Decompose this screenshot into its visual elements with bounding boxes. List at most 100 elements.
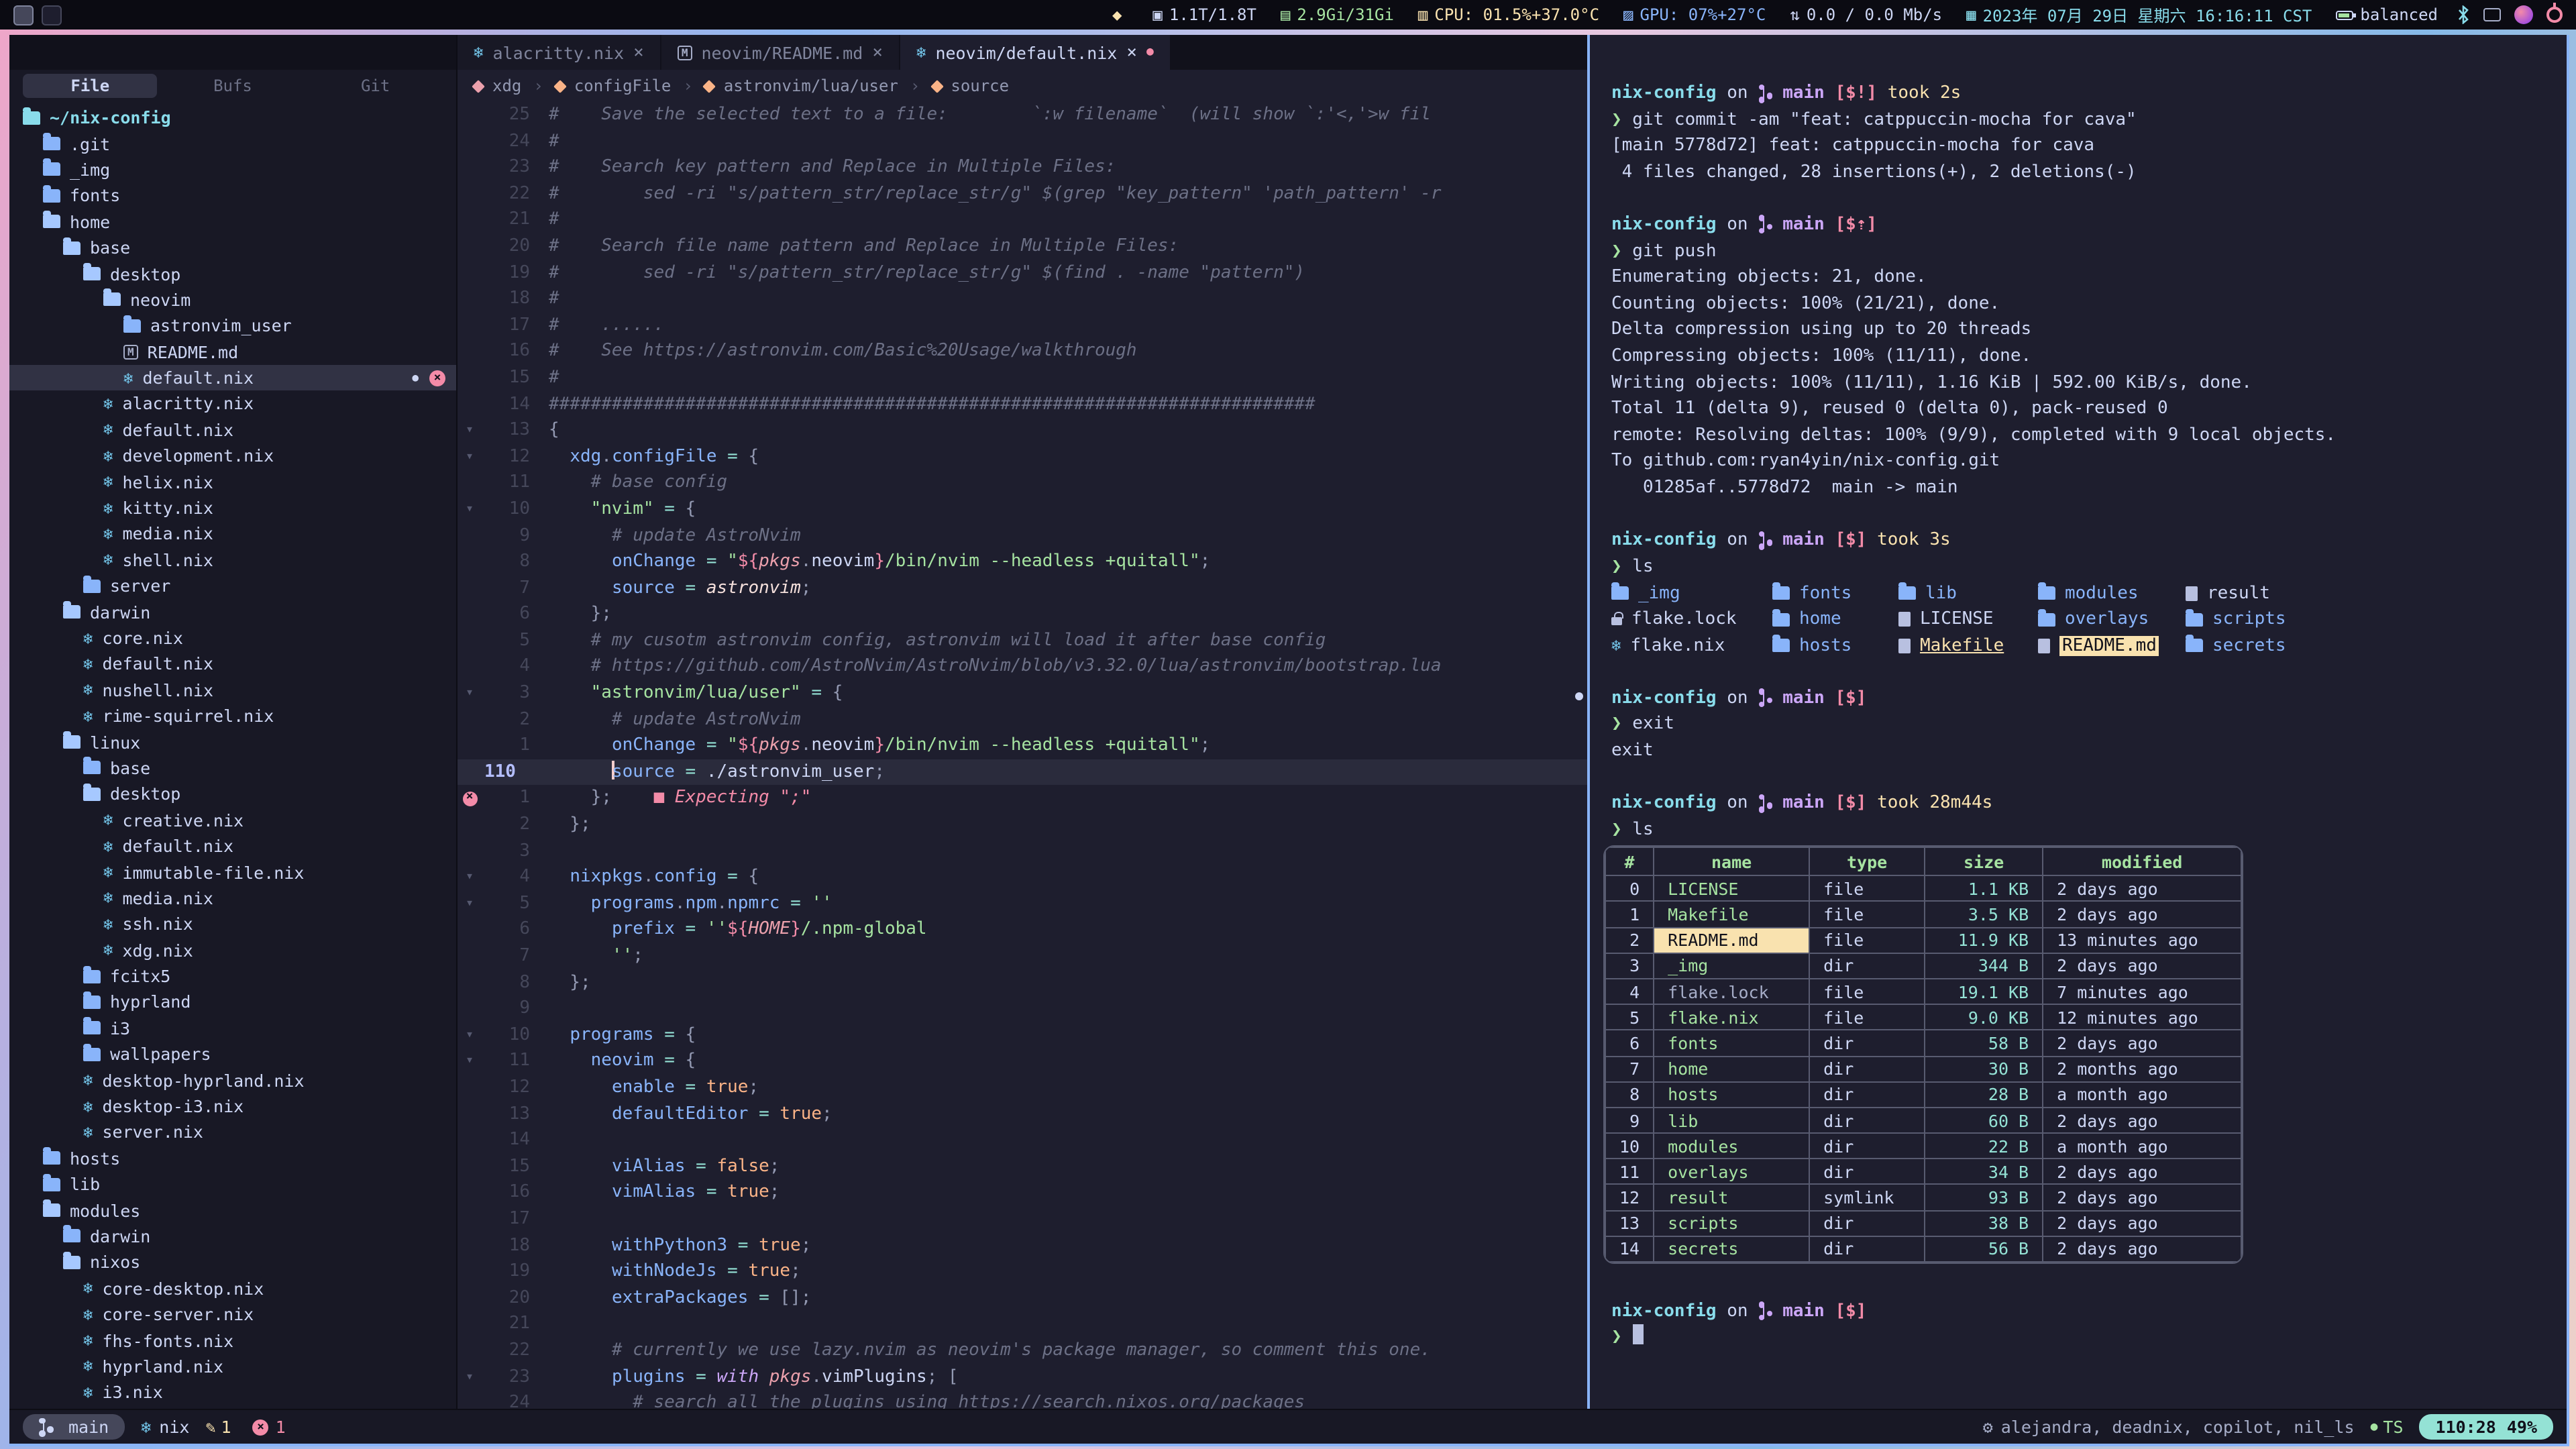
tree-row[interactable]: _img (9, 157, 456, 183)
tree-row[interactable]: ❄media.nix (9, 885, 456, 911)
breadcrumb-item[interactable]: astronvim/lua/user (705, 76, 898, 95)
code-line[interactable]: ▾3 "astronvim/lua/user" = { (458, 680, 1587, 706)
code-line[interactable]: ▾10 programs = { (458, 1022, 1587, 1049)
tree-row[interactable]: darwin (9, 599, 456, 625)
tree-row[interactable]: hyprland (9, 989, 456, 1016)
tree-row[interactable]: ❄xdg.nix (9, 937, 456, 963)
tree-row[interactable]: astronvim_user (9, 313, 456, 339)
power-icon[interactable] (2546, 7, 2563, 23)
tree-row[interactable]: ❄core.nix (9, 625, 456, 651)
workspace-button[interactable] (42, 5, 62, 25)
fold-column[interactable]: ▾ (458, 1022, 482, 1049)
code-line[interactable]: ▾23 plugins = with pkgs.vimPlugins; [ (458, 1364, 1587, 1390)
tree-row[interactable]: ❄ssh.nix (9, 911, 456, 937)
breadcrumb-item[interactable]: source (932, 76, 1009, 95)
tree-row[interactable]: home (9, 209, 456, 235)
code-line[interactable]: 19# sed -ri "s/pattern_str/replace_str/g… (458, 260, 1587, 286)
code-line[interactable]: 2 }; (458, 812, 1587, 838)
fold-column[interactable]: ▾ (458, 496, 482, 523)
code-line[interactable]: 15# (458, 365, 1587, 391)
tree-row[interactable]: ❄desktop-i3.nix (9, 1093, 456, 1120)
topbar-stat[interactable]: ▤2.9Gi/31Gi (1281, 5, 1394, 24)
fold-column[interactable]: ▾ (458, 1364, 482, 1390)
tree-row[interactable]: ❄fhs-fonts.nix (9, 1328, 456, 1354)
topbar-stat[interactable]: ▥CPU: 01.5%+37.0°C (1418, 5, 1599, 24)
code-line[interactable]: 20# Search file name pattern and Replace… (458, 233, 1587, 260)
topbar-stat[interactable]: ◆ (1112, 7, 1128, 23)
breadcrumb-item[interactable]: configFile (555, 76, 672, 95)
code-line[interactable]: 17 (458, 1206, 1587, 1232)
tree-row[interactable]: ❄nushell.nix (9, 677, 456, 703)
code-line[interactable]: 4 # https://github.com/AstroNvim/AstroNv… (458, 654, 1587, 680)
tree-row[interactable]: desktop (9, 261, 456, 287)
breadcrumb-item[interactable]: xdg (474, 76, 521, 95)
code-line[interactable]: 21# (458, 207, 1587, 233)
code-line[interactable]: 2 # update AstroNvim (458, 706, 1587, 733)
code-line[interactable]: 13 defaultEditor = true; (458, 1101, 1587, 1127)
code-line[interactable]: 24# (458, 128, 1587, 154)
avatar[interactable] (2514, 5, 2533, 24)
tree-row[interactable]: nixos (9, 1249, 456, 1275)
fold-column[interactable]: ▾ (458, 443, 482, 470)
tree-row[interactable]: MREADME.md (9, 339, 456, 365)
code-line[interactable]: 18# (458, 286, 1587, 312)
code-line[interactable]: 12 enable = true; (458, 1075, 1587, 1101)
fold-column[interactable]: ▾ (458, 864, 482, 890)
code-line[interactable]: 6 }; (458, 602, 1587, 628)
tree-row[interactable]: fonts (9, 182, 456, 209)
tree-row[interactable]: i3 (9, 1015, 456, 1041)
workspace-button[interactable] (13, 5, 34, 25)
close-icon[interactable]: × (633, 42, 644, 62)
tree-row[interactable]: ❄helix.nix (9, 469, 456, 495)
close-icon[interactable]: × (872, 42, 883, 62)
code-line[interactable]: 1 onChange = "${pkgs.neovim}/bin/nvim --… (458, 733, 1587, 759)
code-line[interactable]: ▾12 xdg.configFile = { (458, 443, 1587, 470)
topbar-stat[interactable]: ▦2023年 07月 29日 星期六 16:16:11 CST (1966, 3, 2312, 26)
tree-row[interactable]: neovim (9, 286, 456, 313)
topbar-stat[interactable]: ▣1.1T/1.8T (1152, 5, 1256, 24)
code-line[interactable]: ▾11 neovim = { (458, 1049, 1587, 1075)
code-line[interactable]: 15 viAlias = false; (458, 1154, 1587, 1180)
tree-row[interactable]: .git (9, 131, 456, 157)
tree-row[interactable]: ❄core-server.nix (9, 1301, 456, 1328)
neotree-tab-file[interactable]: File (23, 74, 158, 98)
tree-row[interactable]: linux (9, 729, 456, 755)
code-line[interactable]: ▾10 "nvim" = { (458, 496, 1587, 523)
code-line[interactable]: 25# Save the selected text to a file: `:… (458, 102, 1587, 128)
bluetooth-icon[interactable] (2457, 5, 2470, 24)
topbar-stat[interactable]: ▨GPU: 07%+27°C (1623, 5, 1766, 24)
code-line[interactable]: 16# See https://astronvim.com/Basic%20Us… (458, 339, 1587, 365)
buffer-tab[interactable]: ❄alacritty.nix× (458, 35, 661, 70)
display-icon[interactable] (2483, 8, 2501, 21)
tree-row[interactable]: ❄development.nix (9, 443, 456, 469)
tree-row[interactable]: fcitx5 (9, 963, 456, 989)
code-line[interactable]: 19 withNodeJs = true; (458, 1258, 1587, 1285)
code-line[interactable]: 14 (458, 1127, 1587, 1153)
tree-row[interactable]: ❄i3.nix (9, 1379, 456, 1405)
scrollbar-marker[interactable] (1575, 692, 1583, 700)
code-line[interactable]: ×1 }; ■ Expecting ";" (458, 786, 1587, 812)
tree-row[interactable]: ❄default.nix●× (9, 365, 456, 391)
code-line[interactable]: 8 }; (458, 969, 1587, 996)
fold-column[interactable]: ▾ (458, 417, 482, 443)
tree-row[interactable]: ~/nix-config (9, 105, 456, 131)
tree-row[interactable]: ❄media.nix (9, 521, 456, 547)
neotree-tab-git[interactable]: Git (308, 74, 443, 98)
code-line[interactable]: 17# ...... (458, 313, 1587, 339)
code-line[interactable]: 22# sed -ri "s/pattern_str/replace_str/g… (458, 181, 1587, 207)
tree-row[interactable]: ❄creative.nix (9, 807, 456, 833)
tree-row[interactable]: desktop (9, 781, 456, 807)
fold-column[interactable]: ▾ (458, 680, 482, 706)
tree-row[interactable]: base (9, 755, 456, 782)
terminal-panel[interactable]: nix-config on main [$!] took 2s❯ git com… (1587, 35, 2567, 1409)
code-line[interactable]: 14######################################… (458, 391, 1587, 417)
code-line[interactable]: 9 (458, 996, 1587, 1022)
code-line[interactable]: ▾5 programs.npm.npmrc = '' (458, 891, 1587, 917)
tree-row[interactable]: ❄alacritty.nix (9, 391, 456, 417)
statusline-branch[interactable]: main (23, 1414, 125, 1440)
buffer-tab[interactable]: ❄neovim/default.nix×● (900, 35, 1171, 70)
tree-row[interactable]: ❄shell.nix (9, 547, 456, 573)
code-line[interactable]: 21 (458, 1311, 1587, 1338)
tree-row[interactable]: ❄default.nix (9, 417, 456, 443)
tree-row[interactable]: hosts (9, 1145, 456, 1171)
